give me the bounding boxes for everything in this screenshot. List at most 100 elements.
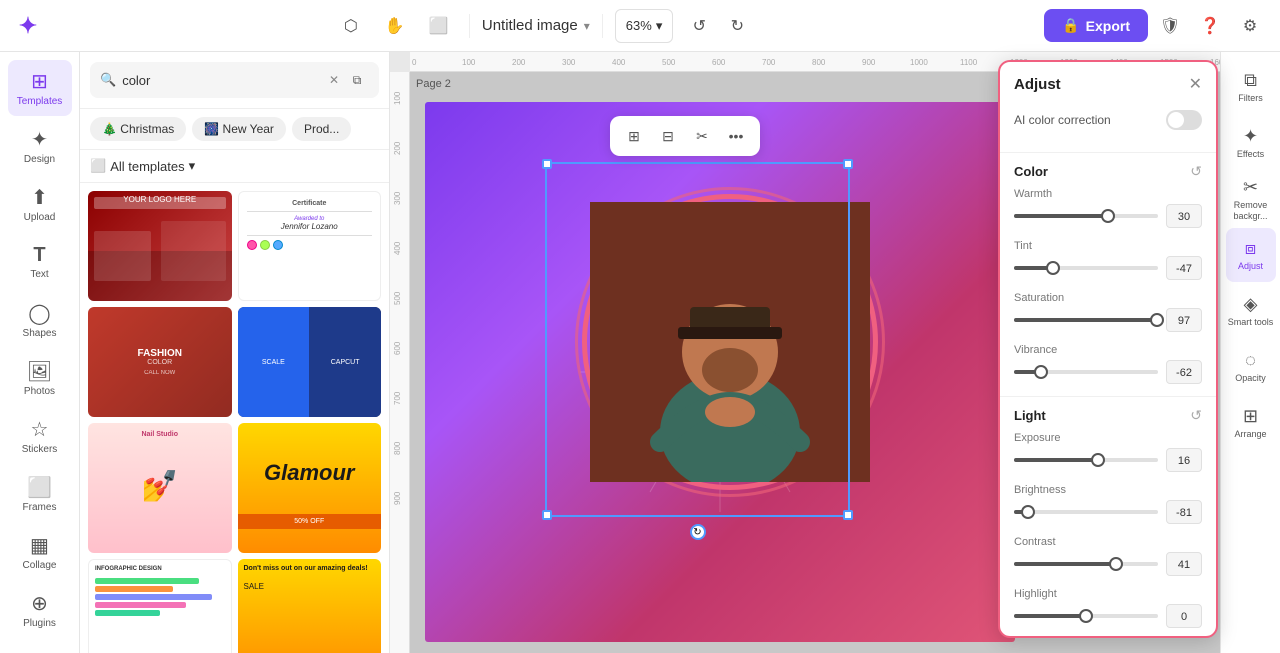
- template-card[interactable]: YOUR LOGO HERE: [88, 191, 232, 301]
- tint-thumb[interactable]: [1046, 261, 1060, 275]
- brightness-track[interactable]: [1014, 510, 1158, 514]
- tab-new-year[interactable]: 🎆 New Year: [192, 117, 286, 141]
- svg-text:600: 600: [393, 341, 402, 355]
- template-card[interactable]: Glamour 50% OFF: [238, 423, 382, 553]
- warmth-label: Warmth: [1014, 188, 1202, 200]
- light-reset-button[interactable]: ↺: [1190, 407, 1202, 424]
- contrast-thumb[interactable]: [1109, 557, 1123, 571]
- template-card[interactable]: Certificate Awarded to Jennifor Lozano: [238, 191, 382, 301]
- warmth-track[interactable]: [1014, 214, 1158, 218]
- filter-all-templates[interactable]: ⬜ All templates ▾: [90, 158, 195, 174]
- brightness-thumb[interactable]: [1021, 505, 1035, 519]
- sidebar-item-collage[interactable]: ▦ Collage: [8, 524, 72, 580]
- vibrance-thumb[interactable]: [1034, 365, 1048, 379]
- zoom-chevron: ▾: [656, 18, 663, 34]
- saturation-label: Saturation: [1014, 292, 1202, 304]
- search-input[interactable]: [122, 73, 323, 88]
- highlight-slider-row: Highlight 0: [1000, 584, 1216, 636]
- stickers-icon: ☆: [31, 417, 49, 442]
- template-card[interactable]: Don't miss out on our amazing deals! SAL…: [238, 559, 382, 653]
- template-card[interactable]: SCALE CAPCUT: [238, 307, 382, 417]
- tint-track[interactable]: [1014, 266, 1158, 270]
- sidebar-item-design[interactable]: ✦ Design: [8, 118, 72, 174]
- settings-icon[interactable]: ⚙: [1232, 8, 1268, 44]
- exposure-fill: [1014, 458, 1098, 462]
- exposure-track[interactable]: [1014, 458, 1158, 462]
- doc-title-chevron[interactable]: ▾: [584, 19, 590, 33]
- sidebar-item-frames[interactable]: ⬜ Frames: [8, 466, 72, 522]
- search-clear-button[interactable]: ✕: [329, 73, 339, 87]
- light-section-title: Light: [1014, 408, 1046, 423]
- select-tool[interactable]: ⬡: [333, 8, 369, 44]
- saturation-value: 97: [1166, 308, 1202, 332]
- template-card[interactable]: FASHION COLOR CALL NOW: [88, 307, 232, 417]
- pages-tool[interactable]: ⬜: [421, 8, 457, 44]
- contrast-value: 41: [1166, 552, 1202, 576]
- highlight-fill: [1014, 614, 1086, 618]
- right-tool-filters[interactable]: ⧉ Filters: [1226, 60, 1276, 114]
- redo-button[interactable]: ↻: [719, 8, 755, 44]
- collage-icon: ▦: [30, 533, 49, 558]
- right-tool-adjust[interactable]: ⧈ Adjust: [1226, 228, 1276, 282]
- tab-products[interactable]: Prod...: [292, 117, 351, 141]
- search-filter-icon[interactable]: ⧉: [345, 68, 369, 92]
- template-card[interactable]: INFOGRAPHIC DESIGN: [88, 559, 232, 653]
- undo-button[interactable]: ↺: [681, 8, 717, 44]
- shield-icon[interactable]: 🛡: [1152, 8, 1188, 44]
- contrast-track[interactable]: [1014, 562, 1158, 566]
- filter-icon: ⬜: [90, 158, 106, 174]
- canvas-more-button[interactable]: •••: [720, 120, 752, 152]
- saturation-thumb[interactable]: [1150, 313, 1164, 327]
- search-icon: 🔍: [100, 72, 116, 88]
- canvas-copy-button[interactable]: ✂: [686, 120, 718, 152]
- help-icon[interactable]: ❓: [1192, 8, 1228, 44]
- highlight-thumb[interactable]: [1079, 609, 1093, 623]
- search-box[interactable]: 🔍 ✕ ⧉: [90, 62, 379, 98]
- svg-text:700: 700: [762, 58, 776, 67]
- text-icon: T: [33, 244, 45, 267]
- sidebar-item-templates[interactable]: ⊞ Templates: [8, 60, 72, 116]
- right-tool-remove-bg[interactable]: ✂ Remove backgr...: [1226, 172, 1276, 226]
- exposure-thumb[interactable]: [1091, 453, 1105, 467]
- export-button[interactable]: 🔒 Export: [1044, 9, 1148, 42]
- upload-label: Upload: [24, 212, 56, 223]
- right-tool-effects[interactable]: ✦ Effects: [1226, 116, 1276, 170]
- hand-tool[interactable]: ✋: [377, 8, 413, 44]
- svg-text:600: 600: [712, 58, 726, 67]
- adjust-panel: Adjust ✕ AI color correction Color ↺ War…: [998, 60, 1218, 638]
- ai-correction-label: AI color correction: [1014, 113, 1111, 127]
- ai-correction-toggle[interactable]: [1166, 110, 1202, 130]
- toggle-knob: [1168, 112, 1184, 128]
- right-tool-opacity[interactable]: ◌ Opacity: [1226, 340, 1276, 394]
- svg-text:100: 100: [462, 58, 476, 67]
- vibrance-track[interactable]: [1014, 370, 1158, 374]
- sidebar-item-photos[interactable]: 🖼 Photos: [8, 350, 72, 406]
- zoom-control[interactable]: 63% ▾: [615, 9, 674, 43]
- undo-redo-group: ↺ ↻: [681, 8, 755, 44]
- highlight-track[interactable]: [1014, 614, 1158, 618]
- contrast-label: Contrast: [1014, 536, 1202, 548]
- doc-title: Untitled image: [482, 17, 578, 34]
- template-panel: 🔍 ✕ ⧉ 🎄 Christmas 🎆 New Year Prod... ⬜ A…: [80, 52, 390, 653]
- template-card[interactable]: Nail Studio 💅: [88, 423, 232, 553]
- canvas-grid-button[interactable]: ⊞: [618, 120, 650, 152]
- search-area: 🔍 ✕ ⧉: [80, 52, 389, 109]
- right-tool-arrange[interactable]: ⊞ Arrange: [1226, 396, 1276, 450]
- tab-christmas[interactable]: 🎄 Christmas: [90, 117, 186, 141]
- collage-label: Collage: [23, 560, 57, 571]
- sidebar-item-upload[interactable]: ⬆ Upload: [8, 176, 72, 232]
- right-tool-smart[interactable]: ◈ Smart tools: [1226, 284, 1276, 338]
- canvas-link-button[interactable]: ⊟: [652, 120, 684, 152]
- filters-icon: ⧉: [1244, 70, 1257, 91]
- color-reset-button[interactable]: ↺: [1190, 163, 1202, 180]
- sidebar-item-stickers[interactable]: ☆ Stickers: [8, 408, 72, 464]
- sidebar-item-shapes[interactable]: ◯ Shapes: [8, 292, 72, 348]
- sidebar-item-text[interactable]: T Text: [8, 234, 72, 290]
- frames-icon: ⬜: [27, 475, 52, 500]
- sidebar-item-plugins[interactable]: ⊕ Plugins: [8, 582, 72, 638]
- saturation-track[interactable]: [1014, 318, 1158, 322]
- person-element[interactable]: [590, 202, 870, 482]
- warmth-thumb[interactable]: [1101, 209, 1115, 223]
- exposure-value: 16: [1166, 448, 1202, 472]
- adjust-close-button[interactable]: ✕: [1189, 74, 1202, 94]
